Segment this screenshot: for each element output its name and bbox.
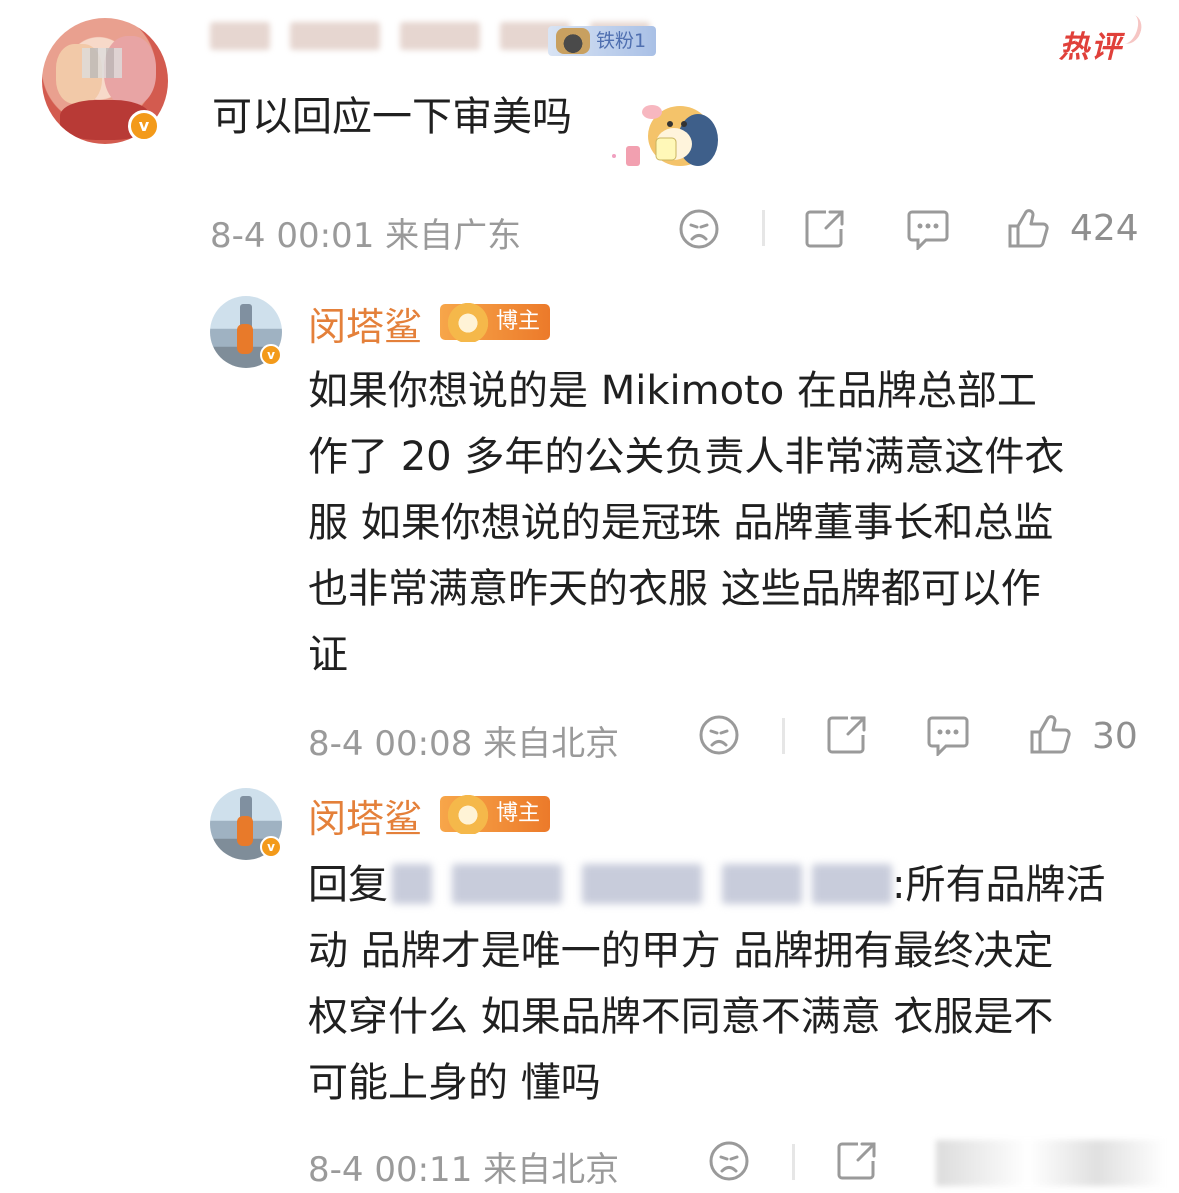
cropped-toolbar-area	[936, 1140, 1166, 1186]
meta-divider	[782, 718, 785, 754]
hamster-sticker-icon	[612, 105, 718, 166]
reply-line: 可能上身的 懂吗	[308, 1060, 601, 1106]
reply-line: 证	[308, 632, 348, 678]
blogger-badge: 博主	[440, 300, 551, 342]
crown-icon	[444, 300, 492, 342]
reply-username[interactable]: 闵塔鲨	[308, 788, 422, 843]
reply-prefix: 回复	[308, 862, 388, 908]
share-icon[interactable]	[804, 208, 846, 250]
fan-level-badge: 铁粉1	[548, 26, 657, 56]
thumbs-up-icon[interactable]	[1028, 712, 1072, 756]
reply-meta: 8-4 00:11 来自北京	[308, 1150, 620, 1190]
reply-line: 动 品牌才是唯一的甲方 品牌拥有最终决定	[308, 928, 1054, 974]
reply-line: 也非常满意昨天的衣服 这些品牌都可以作	[308, 566, 1041, 612]
thumbs-up-icon[interactable]	[1006, 206, 1050, 250]
reply-text: 如果你想说的是 Mikimoto 在品牌总部工 作了 20 多年的公关负责人非常…	[308, 358, 1064, 688]
reply-meta: 8-4 00:08 来自北京	[308, 724, 620, 764]
share-icon[interactable]	[826, 714, 868, 756]
like-count: 424	[1070, 208, 1139, 249]
reply-text: 动 品牌才是唯一的甲方 品牌拥有最终决定 权穿什么 如果品牌不同意不满意 衣服是…	[308, 918, 1053, 1116]
verified-badge: v	[128, 110, 160, 142]
meta-divider	[792, 1144, 795, 1180]
share-icon[interactable]	[836, 1140, 878, 1182]
reply-username[interactable]: 闵塔鲨	[308, 296, 422, 351]
crown-icon	[444, 792, 492, 834]
fan-crown-icon	[556, 28, 590, 54]
sad-face-icon[interactable]	[698, 714, 740, 756]
comment-icon[interactable]	[926, 714, 970, 756]
comment-icon[interactable]	[906, 208, 950, 250]
hot-comment-tag: 热评	[1059, 22, 1123, 66]
like-count: 30	[1092, 716, 1138, 757]
reply-line: 作了 20 多年的公关负责人非常满意这件衣	[308, 434, 1065, 480]
verified-badge: v	[260, 836, 282, 858]
comment-text: 可以回应一下审美吗	[212, 94, 572, 140]
reply-line: 权穿什么 如果品牌不同意不满意 衣服是不	[308, 994, 1054, 1040]
reply-suffix: :所有品牌活	[892, 862, 1106, 908]
blogger-badge-label: 博主	[496, 309, 541, 334]
fan-badge-label: 铁粉1	[596, 30, 647, 52]
sad-face-icon[interactable]	[678, 208, 720, 250]
reply-line: 如果你想说的是 Mikimoto 在品牌总部工	[308, 368, 1037, 414]
reply-line: 服 如果你想说的是冠珠 品牌董事长和总监	[308, 500, 1054, 546]
mentioned-user-blurred[interactable]	[392, 864, 892, 908]
verified-badge: v	[260, 344, 282, 366]
meta-divider	[762, 210, 765, 246]
blogger-badge: 博主	[440, 792, 551, 834]
blogger-badge-label: 博主	[496, 801, 541, 826]
comment-meta: 8-4 00:01 来自广东	[210, 216, 522, 256]
sad-face-icon[interactable]	[708, 1140, 750, 1182]
